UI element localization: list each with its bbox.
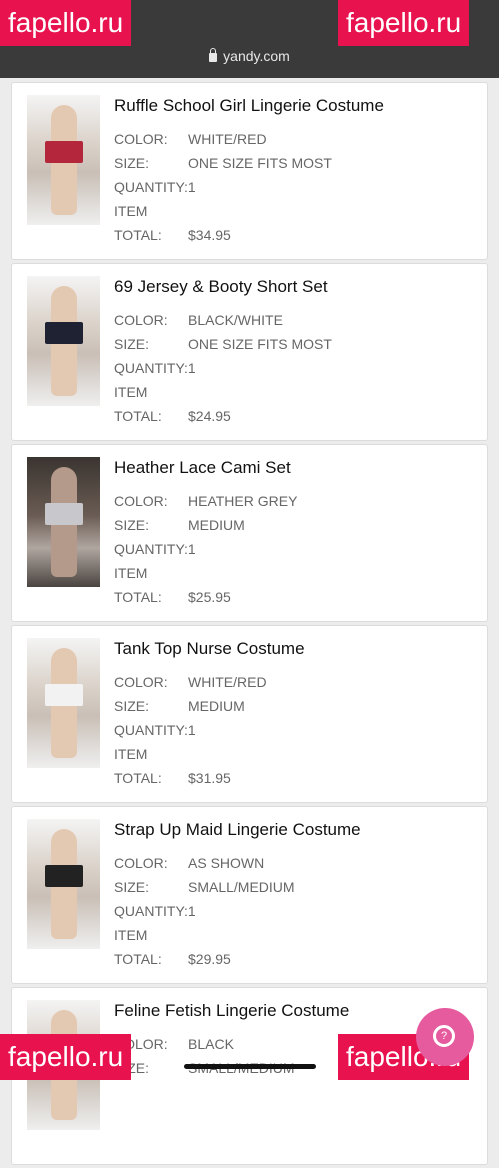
chat-icon: ? — [433, 1025, 455, 1047]
product-image[interactable] — [27, 95, 100, 225]
url-bar[interactable]: yandy.com — [0, 48, 499, 64]
cart-item-list: Ruffle School Girl Lingerie Costume COLO… — [11, 82, 488, 1168]
color-row: COLOR: BLACK — [114, 1036, 234, 1052]
color-row: COLOR: WHITE/RED — [114, 131, 267, 147]
watermark: fapello.ru — [0, 1034, 132, 1080]
quantity-row: QUANTITY:1 — [114, 541, 196, 557]
color-value: AS SHOWN — [188, 855, 265, 871]
product-title[interactable]: Heather Lace Cami Set — [114, 458, 291, 478]
color-value: BLACK/WHITE — [188, 312, 283, 328]
quantity-row: QUANTITY:1 — [114, 360, 196, 376]
color-row: COLOR: BLACK/WHITE — [114, 312, 283, 328]
product-title[interactable]: 69 Jersey & Booty Short Set — [114, 277, 328, 297]
total-row: TOTAL: $29.95 — [114, 951, 231, 967]
cart-item[interactable]: Strap Up Maid Lingerie Costume COLOR: AS … — [11, 806, 488, 984]
chat-button[interactable]: ? — [416, 1008, 474, 1066]
total-row: TOTAL: $31.95 — [114, 770, 231, 786]
product-title[interactable]: Feline Fetish Lingerie Costume — [114, 1001, 349, 1021]
cart-item[interactable]: 69 Jersey & Booty Short Set COLOR: BLACK/… — [11, 263, 488, 441]
size-row: SIZE: ONE SIZE FITS MOST — [114, 155, 332, 171]
size-row: SIZE: ONE SIZE FITS MOST — [114, 336, 332, 352]
product-image[interactable] — [27, 819, 100, 949]
url-text: yandy.com — [223, 48, 290, 64]
total-value: $25.95 — [188, 589, 231, 605]
cart-item[interactable]: Heather Lace Cami Set COLOR: HEATHER GREY… — [11, 444, 488, 622]
total-row: TOTAL: $34.95 — [114, 227, 231, 243]
total-row: TOTAL: $25.95 — [114, 589, 231, 605]
size-row: SIZE: MEDIUM — [114, 698, 245, 714]
total-value: $34.95 — [188, 227, 231, 243]
item-label: ITEM — [114, 565, 148, 581]
product-image[interactable] — [27, 457, 100, 587]
color-row: COLOR: AS SHOWN — [114, 855, 265, 871]
color-row: COLOR: WHITE/RED — [114, 674, 267, 690]
size-row: SIZE:SMALL/MEDIUM — [114, 879, 295, 895]
color-value: WHITE/RED — [188, 674, 267, 690]
item-label: ITEM — [114, 203, 148, 219]
lock-icon — [209, 48, 218, 62]
size-value: ONE SIZE FITS MOST — [188, 336, 332, 352]
cart-item[interactable]: Tank Top Nurse Costume COLOR: WHITE/RED S… — [11, 625, 488, 803]
cart-item[interactable]: Ruffle School Girl Lingerie Costume COLO… — [11, 82, 488, 260]
size-row: SIZE: MEDIUM — [114, 517, 245, 533]
size-value: MEDIUM — [188, 698, 245, 714]
home-indicator[interactable] — [184, 1064, 316, 1069]
quantity-row: QUANTITY:1 — [114, 903, 196, 919]
color-value: HEATHER GREY — [188, 493, 298, 509]
color-value: WHITE/RED — [188, 131, 267, 147]
total-value: $29.95 — [188, 951, 231, 967]
watermark: fapello.ru — [338, 0, 470, 46]
size-value: SMALL/MEDIUM — [188, 879, 295, 895]
total-row: TOTAL: $24.95 — [114, 408, 231, 424]
product-title[interactable]: Ruffle School Girl Lingerie Costume — [114, 96, 384, 116]
watermark: fapello.ru — [0, 0, 132, 46]
product-title[interactable]: Tank Top Nurse Costume — [114, 639, 305, 659]
item-label: ITEM — [114, 384, 148, 400]
product-image[interactable] — [27, 638, 100, 768]
total-value: $24.95 — [188, 408, 231, 424]
quantity-row: QUANTITY:1 — [114, 179, 196, 195]
item-label: ITEM — [114, 746, 148, 762]
total-value: $31.95 — [188, 770, 231, 786]
size-value: MEDIUM — [188, 517, 245, 533]
product-image[interactable] — [27, 276, 100, 406]
color-row: COLOR: HEATHER GREY — [114, 493, 298, 509]
product-title[interactable]: Strap Up Maid Lingerie Costume — [114, 820, 361, 840]
size-value: ONE SIZE FITS MOST — [188, 155, 332, 171]
quantity-row: QUANTITY:1 — [114, 722, 196, 738]
color-value: BLACK — [188, 1036, 234, 1052]
item-label: ITEM — [114, 927, 148, 943]
